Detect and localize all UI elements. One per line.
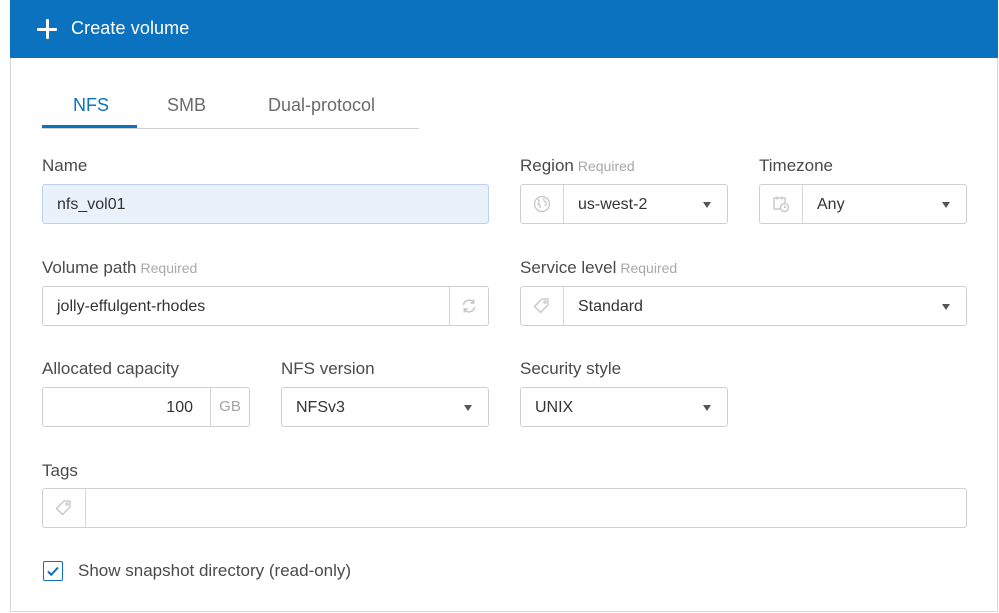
volume-path-input[interactable]: jolly-effulgent-rhodes [42,286,489,326]
region-value: us-west-2 [578,196,648,213]
region-icon-cell [521,185,564,223]
name-input[interactable]: nfs_vol01 [42,184,489,224]
allocated-capacity-input[interactable]: 100 GB [42,387,250,427]
volume-path-label: Volume path Required [42,258,198,277]
chevron-down-icon [703,202,711,208]
tab-nfs[interactable]: NFS [73,95,109,127]
timezone-label: Timezone [759,156,834,175]
panel-header: Create volume [10,0,998,58]
volume-path-required: Required [140,260,198,276]
capacity-unit: GB [210,388,249,426]
snapshot-directory-label[interactable]: Show snapshot directory (read-only) [78,561,351,581]
nfs-version-select[interactable]: NFSv3 [281,387,489,427]
security-style-value: UNIX [535,399,574,416]
service-level-required: Required [620,260,678,276]
tag-icon [533,298,549,314]
calendar-clock-icon [773,196,790,213]
active-tab-indicator [42,125,137,128]
tags-icon-cell [43,489,86,527]
nfs-version-value: NFSv3 [296,399,345,416]
chevron-down-icon [942,304,950,310]
snapshot-directory-checkbox[interactable] [43,561,63,581]
chevron-down-icon [464,405,472,411]
refresh-icon [462,299,476,313]
tags-input[interactable] [42,488,967,528]
security-style-select[interactable]: UNIX [520,387,728,427]
service-level-icon-cell [521,287,564,325]
name-label: Name [42,156,88,175]
protocol-tabs: NFS SMB Dual-protocol [42,95,419,129]
timezone-value: Any [817,196,845,213]
timezone-select[interactable]: Any [759,184,967,224]
allocated-capacity-label: Allocated capacity [42,359,180,378]
globe-icon [533,195,551,213]
security-style-label: Security style [520,359,622,378]
chevron-down-icon [942,202,950,208]
service-level-select[interactable]: Standard [520,286,967,326]
region-required: Required [577,158,635,174]
panel-title: Create volume [71,18,190,38]
plus-icon [37,19,57,39]
nfs-version-label: NFS version [281,359,375,378]
region-select[interactable]: us-west-2 [520,184,728,224]
service-level-value: Standard [578,298,643,315]
region-label: Region Required [520,156,635,175]
tags-label: Tags [42,461,78,480]
tag-icon [55,500,71,516]
chevron-down-icon [703,405,711,411]
service-level-label: Service level Required [520,258,678,277]
tab-smb[interactable]: SMB [167,95,206,127]
tab-dual-protocol[interactable]: Dual-protocol [268,95,375,127]
timezone-icon-cell [760,185,803,223]
volume-path-value: jolly-effulgent-rhodes [57,298,206,315]
name-value: nfs_vol01 [57,196,126,213]
regenerate-path-button[interactable] [449,287,488,325]
checkmark-icon [47,566,59,577]
allocated-capacity-value: 100 [166,399,193,416]
